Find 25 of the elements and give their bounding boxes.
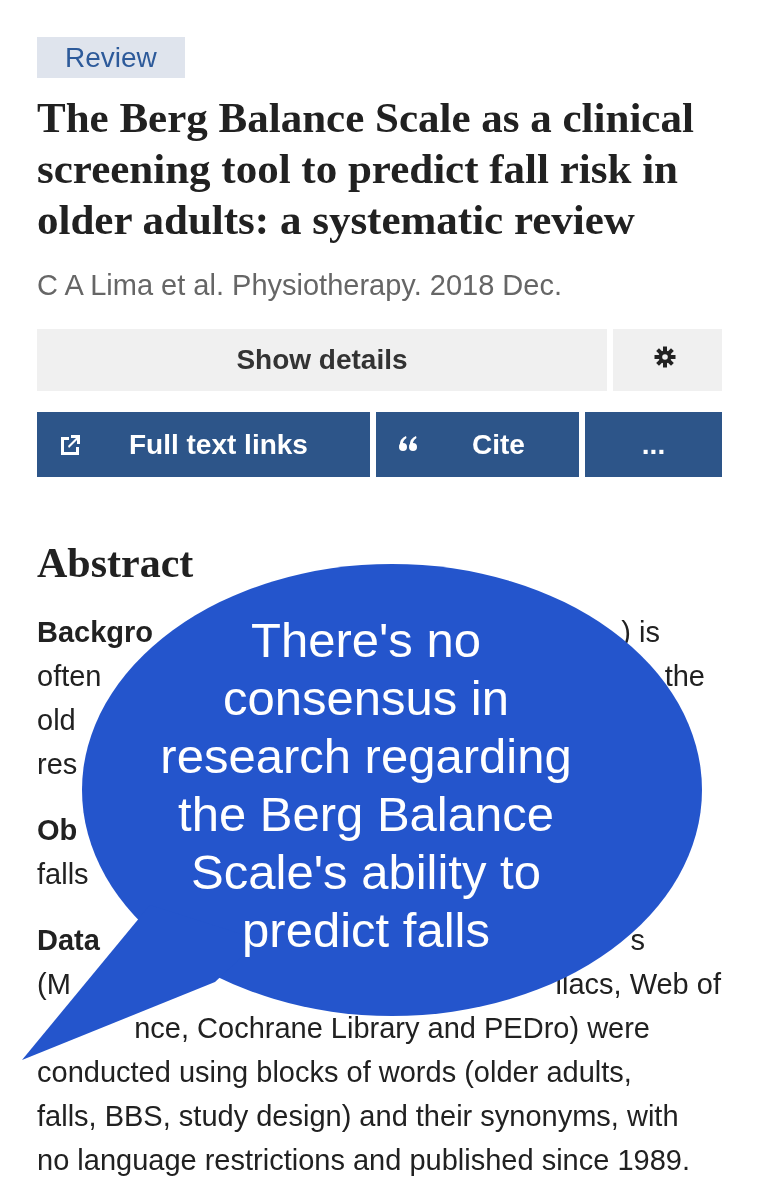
abstract-text: old	[37, 703, 76, 737]
abstract-text: the	[664, 659, 705, 693]
abstract-text: often	[37, 659, 102, 693]
full-text-links-button[interactable]: Full text links	[37, 412, 370, 477]
abstract-text: nce, Cochrane Library and PEDro) were	[134, 1011, 650, 1045]
abstract-text: res	[37, 747, 78, 781]
settings-button[interactable]	[613, 329, 722, 391]
external-link-icon	[59, 432, 83, 457]
section-label: Backgro	[37, 615, 154, 649]
abstract-text: s	[630, 923, 645, 957]
cite-button[interactable]: Cite	[376, 412, 579, 477]
more-button[interactable]: ...	[585, 412, 722, 477]
article-title: The Berg Balance Scale as a clinical screening tool to predict fall risk in older adults: a systematic review	[37, 93, 695, 245]
abstract-heading: Abstract	[37, 539, 195, 588]
callout-text: There's no consensus in research regarding the Berg Balance Scale's ability to predict falls	[159, 612, 573, 959]
section-label: Ob	[37, 813, 78, 847]
article-type-tag: Review	[37, 37, 185, 78]
abstract-text: falls	[37, 857, 89, 891]
citation-text: C A Lima et al. Physiotherapy. 2018 Dec.	[37, 270, 563, 300]
section-label: Data	[37, 923, 100, 957]
abstract-text: conducted using blocks of words (older adults,	[37, 1055, 632, 1089]
abstract-text: falls, BBS, study design) and their synonyms, with	[37, 1099, 679, 1133]
show-details-button[interactable]: Show details	[37, 329, 607, 391]
abstract-text: (M	[37, 967, 71, 1001]
abstract-text: no language restrictions and published since 1989.	[37, 1143, 690, 1177]
